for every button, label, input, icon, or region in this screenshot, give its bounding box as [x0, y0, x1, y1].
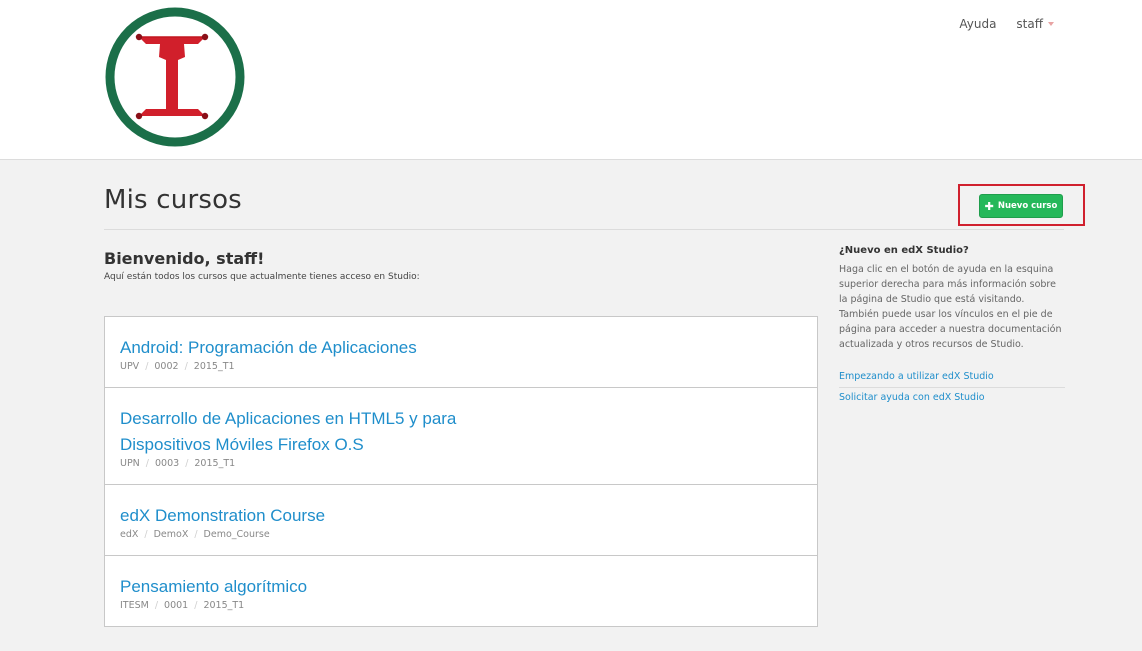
caret-down-icon	[1048, 22, 1054, 26]
meta-separator: /	[145, 361, 149, 372]
page-title: Mis cursos	[104, 185, 242, 215]
user-menu[interactable]: staff	[1016, 17, 1054, 31]
sidebar-body: Haga clic en el botón de ayuda en la esq…	[839, 264, 1062, 350]
getting-started-link[interactable]: Empezando a utilizar edX Studio	[839, 367, 1065, 388]
course-list: Android: Programación de Aplicaciones UP…	[104, 316, 818, 627]
help-sidebar: ¿Nuevo en edX Studio? Haga clic en el bo…	[839, 245, 1065, 408]
course-meta: UPV / 0002 / 2015_T1	[120, 361, 802, 372]
user-menu-label: staff	[1016, 17, 1043, 31]
sidebar-links: Empezando a utilizar edX Studio Solicita…	[839, 367, 1065, 408]
course-item[interactable]: edX Demonstration Course edX / DemoX / Dem…	[105, 485, 817, 556]
course-meta: edX / DemoX / Demo_Course	[120, 529, 802, 540]
meta-separator: /	[194, 529, 198, 540]
course-number: 0001	[164, 600, 189, 611]
site-header: Ayuda staff	[0, 0, 1142, 160]
help-link[interactable]: Ayuda	[959, 17, 996, 31]
top-nav: Ayuda staff	[959, 17, 1054, 31]
course-title[interactable]: Android: Programación de Aplicaciones	[120, 335, 490, 361]
welcome-title: Bienvenido, staff!	[104, 249, 265, 268]
course-run: Demo_Course	[203, 529, 270, 540]
course-number: 0002	[154, 361, 179, 372]
course-org: ITESM	[120, 600, 149, 611]
course-run: 2015_T1	[194, 458, 236, 469]
course-org: UPN	[120, 458, 140, 469]
meta-separator: /	[194, 600, 198, 611]
meta-separator: /	[154, 600, 159, 611]
course-org: UPV	[120, 361, 140, 372]
page-title-row: Mis cursos	[104, 180, 1064, 230]
course-title[interactable]: Desarrollo de Aplicaciones en HTML5 y pa…	[120, 406, 490, 458]
course-item[interactable]: Pensamiento algorítmico ITESM / 0001 / 201…	[105, 556, 817, 626]
course-title[interactable]: edX Demonstration Course	[120, 503, 490, 529]
course-item[interactable]: Android: Programación de Aplicaciones UP…	[105, 317, 817, 388]
course-meta: UPN / 0003 / 2015_T1	[120, 458, 802, 469]
course-number: DemoX	[153, 529, 189, 540]
request-help-link[interactable]: Solicitar ayuda con edX Studio	[839, 388, 1065, 408]
course-title[interactable]: Pensamiento algorítmico	[120, 574, 490, 600]
course-run: 2015_T1	[203, 600, 245, 611]
sidebar-title: ¿Nuevo en edX Studio?	[839, 245, 969, 256]
course-meta: ITESM / 0001 / 2015_T1	[120, 600, 802, 611]
course-run: 2015_T1	[193, 361, 235, 372]
course-number: 0003	[155, 458, 180, 469]
institution-logo[interactable]	[103, 5, 247, 149]
new-course-label: Nuevo curso	[997, 201, 1058, 211]
meta-separator: /	[144, 529, 148, 540]
plus-icon: ✚	[984, 199, 994, 213]
course-item[interactable]: Desarrollo de Aplicaciones en HTML5 y pa…	[105, 388, 817, 485]
meta-separator: /	[185, 458, 189, 469]
course-org: edX	[120, 529, 139, 540]
meta-separator: /	[184, 361, 188, 372]
new-course-button[interactable]: ✚ Nuevo curso	[979, 194, 1063, 218]
welcome-subtitle: Aquí están todos los cursos que actualme…	[104, 272, 420, 282]
meta-separator: /	[145, 458, 149, 469]
